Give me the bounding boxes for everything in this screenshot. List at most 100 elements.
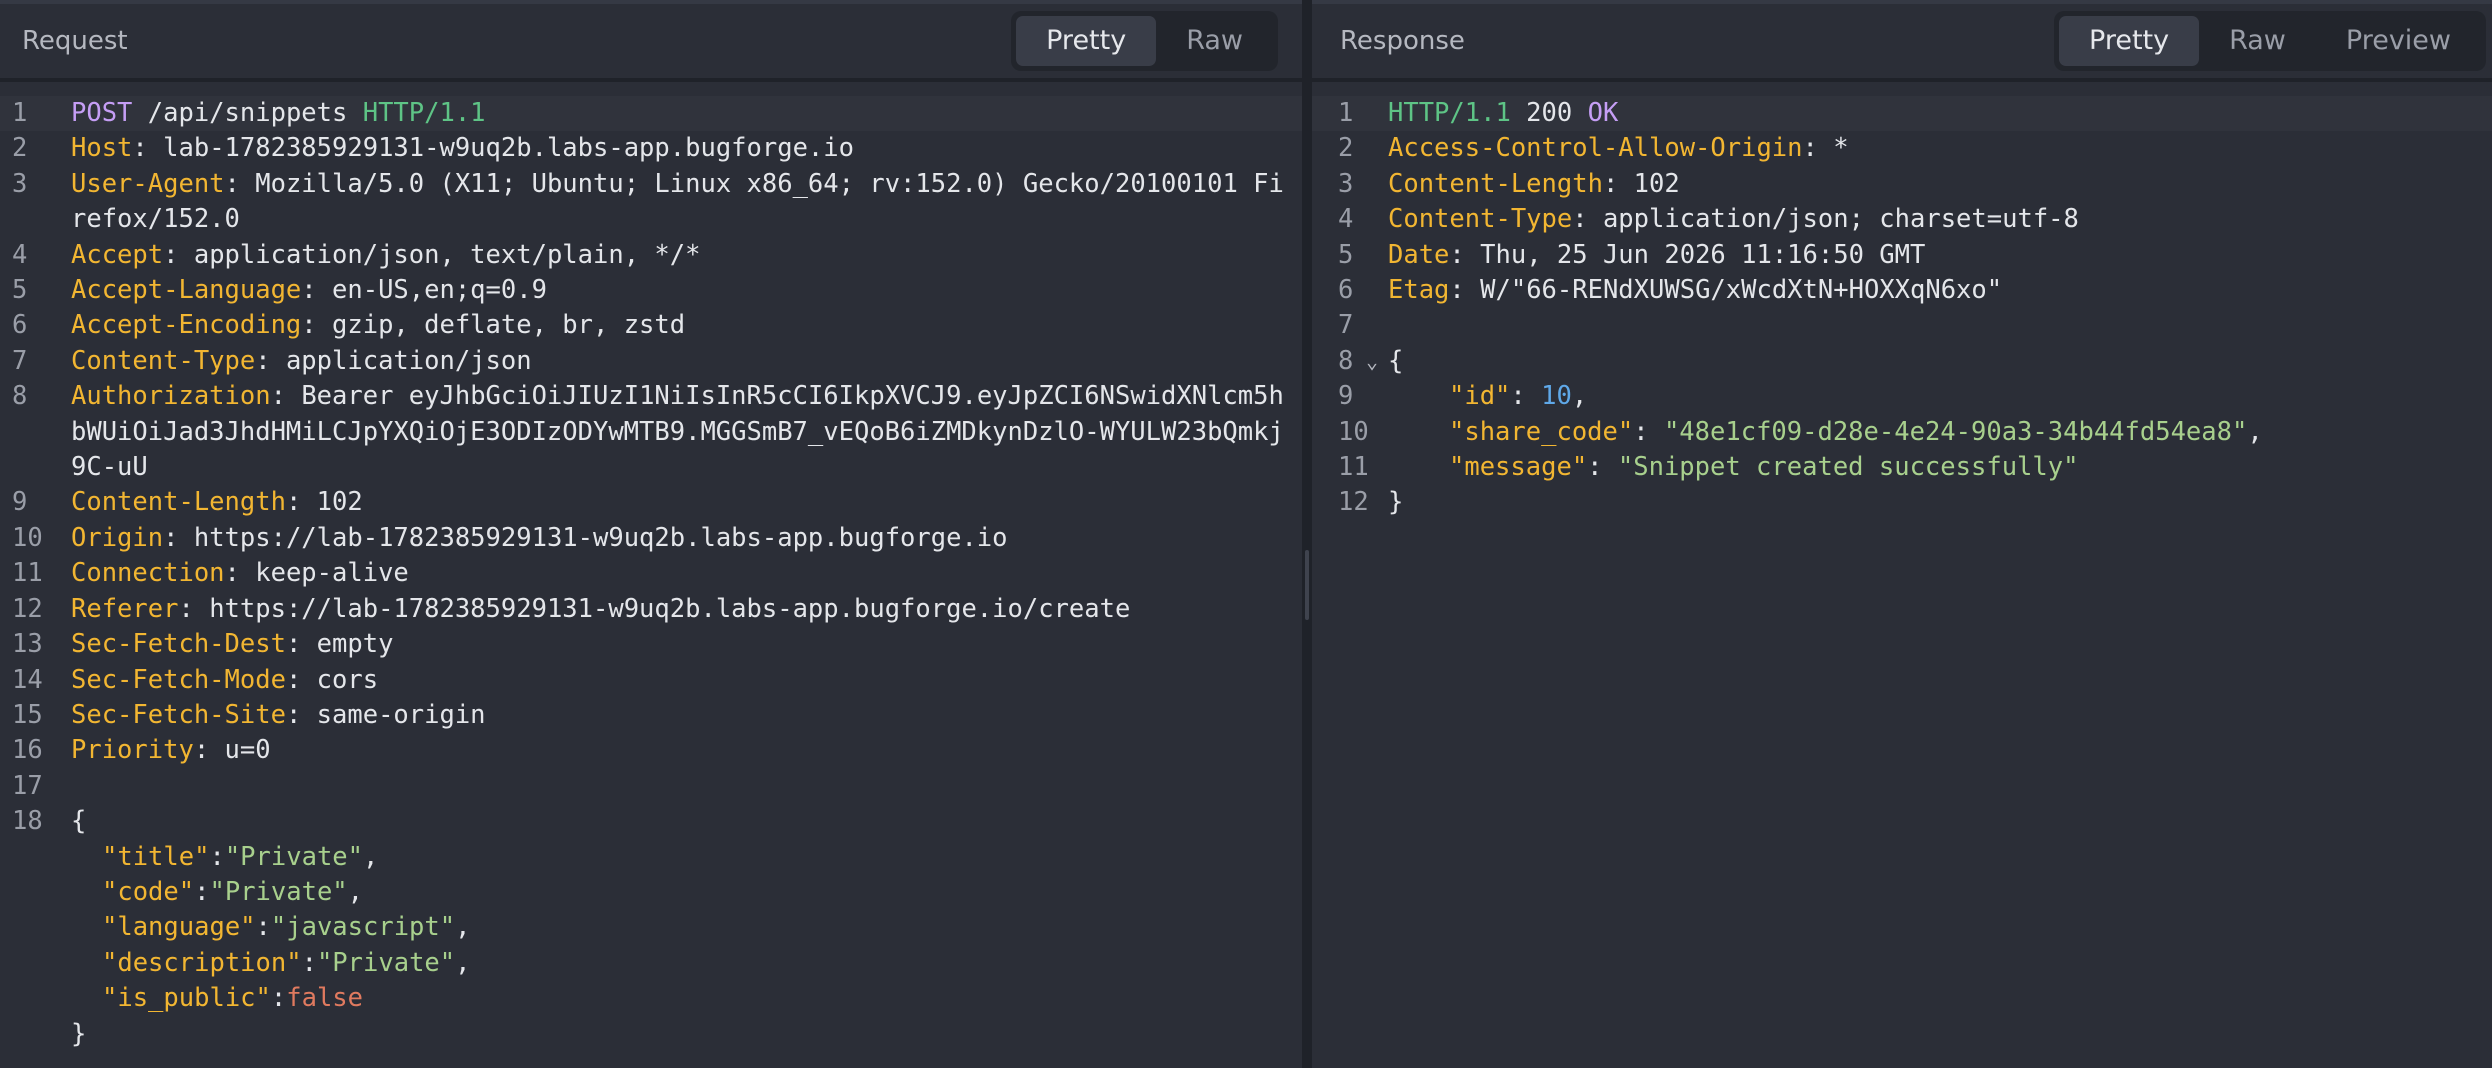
header-name: Sec-Fetch-Site	[71, 699, 286, 730]
json-value: 10	[1541, 381, 1572, 412]
line-number: 17	[12, 770, 43, 801]
line-number	[0, 910, 71, 945]
json-key: "message"	[1449, 452, 1588, 483]
line-number: 16	[12, 735, 43, 766]
response-tab-preview[interactable]: Preview	[2316, 16, 2481, 66]
header-line: 6 Accept-Encoding: gzip, deflate, br, zst…	[0, 308, 1302, 343]
line-number: 7	[12, 345, 28, 376]
response-tab-pretty[interactable]: Pretty	[2059, 16, 2200, 66]
header-separator: :	[1572, 204, 1603, 235]
line-number: 15	[12, 699, 43, 730]
header-name: Host	[71, 133, 133, 164]
response-tab-raw[interactable]: Raw	[2199, 16, 2316, 66]
request-protocol: HTTP/1.1	[362, 98, 486, 128]
header-name: Sec-Fetch-Dest	[71, 629, 286, 660]
json-key: "title"	[102, 841, 210, 872]
json-colon: :	[1633, 416, 1664, 447]
header-line: 10 Origin: https://lab-1782385929131-w9uq…	[0, 521, 1302, 556]
header-value: 102	[1633, 168, 1680, 199]
header-line: 7 Content-Type: application/json	[0, 344, 1302, 379]
json-colon: :	[209, 841, 225, 872]
request-editor[interactable]: 1 POST /api/snippets HTTP/1.1 2 Host: lab…	[0, 96, 1302, 1052]
response-title: Response	[1340, 26, 1465, 56]
json-field-line: "code":"Private",	[0, 875, 1302, 910]
json-comma: ,	[455, 912, 471, 943]
pane-resize-handle[interactable]	[1302, 0, 1312, 1068]
header-name: Connection	[71, 558, 225, 589]
line-number: 11	[12, 558, 43, 589]
json-colon: :	[301, 947, 317, 978]
json-key: "language"	[102, 912, 256, 943]
header-name: Priority	[71, 735, 194, 766]
header-value: same-origin	[316, 699, 486, 730]
header-name: Content-Length	[71, 487, 286, 518]
line-number: 10	[1338, 416, 1369, 447]
header-name: Etag	[1388, 275, 1450, 306]
header-line: 9 Content-Length: 102	[0, 485, 1302, 520]
request-tab-raw[interactable]: Raw	[1156, 16, 1273, 66]
chevron-down-icon[interactable]: ⌄	[1366, 344, 1378, 379]
header-separator: :	[285, 664, 317, 695]
json-key: "description"	[102, 947, 302, 978]
json-value: "Snippet created successfully"	[1617, 452, 2079, 483]
header-line: 12 Referer: https://lab-1782385929131-w9u…	[0, 592, 1302, 627]
line-number: 4	[12, 239, 28, 270]
header-name: Accept	[71, 239, 164, 270]
header-line: 11 Connection: keep-alive	[0, 556, 1302, 591]
header-value: https://lab-1782385929131-w9uq2b.labs-ap…	[209, 593, 1131, 624]
line-number: 5	[12, 275, 28, 306]
response-body-close: 12 }	[1312, 485, 2492, 520]
request-header: Request Pretty Raw	[0, 0, 1302, 82]
header-line: 2 Host: lab-1782385929131-w9uq2b.labs-app…	[0, 131, 1302, 166]
json-comma: ,	[1571, 381, 1588, 412]
line-number: 9	[12, 487, 28, 518]
header-name: Sec-Fetch-Mode	[71, 664, 286, 695]
header-line: 5 Accept-Language: en-US,en;q=0.9	[0, 273, 1302, 308]
header-separator: :	[132, 133, 164, 164]
request-tab-pretty[interactable]: Pretty	[1016, 16, 1157, 66]
response-editor[interactable]: 1 HTTP/1.1 200 OK 2 Access-Control-Allow-…	[1312, 96, 2492, 521]
response-view-switcher: Pretty Raw Preview	[2054, 11, 2486, 71]
json-comma: ,	[455, 947, 471, 978]
header-name: Authorization	[71, 381, 271, 412]
header-value: gzip, deflate, br, zstd	[332, 310, 686, 341]
header-value: W/"66-RENdXUWSG/xWcdXtN+HOXXqN6xo"	[1480, 275, 2003, 306]
header-name: User-Agent	[71, 168, 225, 199]
line-number	[0, 1017, 71, 1052]
json-value: "Private"	[224, 841, 363, 872]
line-number: 5	[1338, 239, 1354, 270]
response-protocol: HTTP/1.1	[1388, 98, 1511, 128]
header-value: Thu, 25 Jun 2026 11:16:50 GMT	[1480, 239, 1926, 270]
header-line: 13 Sec-Fetch-Dest: empty	[0, 627, 1302, 662]
header-name: Content-Type	[1388, 204, 1573, 235]
header-name: Accept-Encoding	[71, 310, 302, 341]
header-name: Content-Type	[71, 345, 256, 376]
response-body: 9 "id": 10, 10 "share_code": "48e1cf09-d28e…	[1312, 379, 2492, 485]
header-value: *	[1833, 133, 1849, 164]
line-number: 12	[12, 593, 43, 624]
json-value: "javascript"	[270, 912, 456, 943]
line-number: 3	[1338, 168, 1354, 199]
header-separator: :	[285, 629, 317, 660]
json-comma: ,	[2247, 416, 2263, 447]
header-separator: :	[301, 310, 333, 341]
header-value: application/json	[285, 345, 532, 376]
json-key: "share_code"	[1449, 416, 1634, 447]
header-separator: :	[285, 487, 317, 518]
line-number: 4	[1338, 204, 1354, 235]
line-number: 7	[1338, 310, 1354, 341]
line-number	[0, 840, 71, 875]
header-name: Origin	[71, 522, 164, 553]
line-number: 6	[12, 310, 28, 341]
line-number: 2	[1338, 133, 1354, 164]
json-value: "Private"	[209, 876, 348, 907]
request-pane: Request Pretty Raw 1 POST /api/snippets …	[0, 0, 1302, 1068]
json-field-line: 11 "message": "Snippet created successful…	[1312, 450, 2492, 485]
line-number: 8	[12, 381, 28, 412]
json-comma: ,	[363, 841, 379, 872]
header-line: 3 Content-Length: 102	[1312, 167, 2492, 202]
resize-grip[interactable]	[1305, 550, 1309, 620]
json-field-line: 9 "id": 10,	[1312, 379, 2492, 414]
header-value: 102	[316, 487, 363, 518]
header-line: 16 Priority: u=0	[0, 733, 1302, 768]
